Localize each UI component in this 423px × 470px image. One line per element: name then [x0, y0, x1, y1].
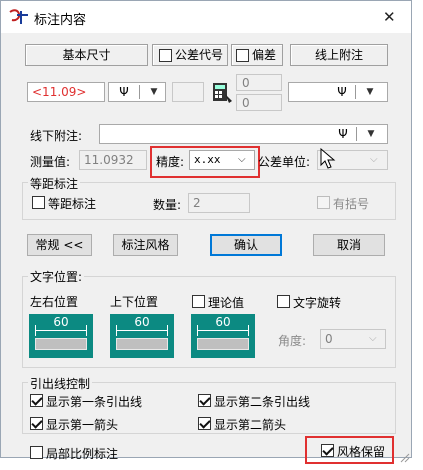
symbol-combo[interactable]: Ψ ▼ [108, 82, 166, 102]
blank-field [172, 82, 204, 102]
text-position-title: 文字位置: [28, 268, 85, 285]
bracket-label: 有括号 [333, 197, 370, 211]
upper-deviation-input: 0 [236, 74, 282, 91]
symbol-psi-icon: Ψ [119, 85, 129, 99]
text-rotate-checkbox[interactable] [277, 295, 290, 308]
tolerance-code-group: 公差代号 [152, 44, 228, 66]
precision-select[interactable]: x.xx ⌵ [189, 150, 255, 170]
mouse-cursor-icon [320, 147, 336, 170]
measure-value-label: 测量值: [30, 155, 71, 169]
angle-select: 0 ⌵ [320, 329, 386, 349]
below-note-psi-icon: Ψ [338, 127, 348, 141]
precision-value: x.xx [194, 153, 221, 166]
equal-spacing-title: 等距标注 [28, 175, 81, 192]
chevron-down-icon: ⌵ [369, 333, 377, 344]
vertical-position-label: 上下位置 [110, 295, 159, 309]
lower-deviation-input: 0 [236, 94, 282, 111]
precision-label: 精度: [156, 155, 185, 169]
upper-deviation-text: 0 [242, 76, 250, 90]
text-rotate-label: 文字旋转 [293, 296, 342, 310]
close-icon[interactable]: ✕ [383, 8, 396, 26]
app-logo-icon [8, 9, 30, 25]
local-scale-label: 局部比例标注 [46, 447, 119, 461]
below-line-note-input[interactable]: Ψ ▼ [99, 124, 388, 144]
vertical-position-button[interactable]: 60 [110, 314, 174, 358]
show-first-leader-label: 显示第一条引出线 [46, 395, 143, 409]
show-first-leader-checkbox[interactable] [30, 394, 43, 407]
quantity-field: 2 [188, 193, 250, 213]
show-first-arrow-label: 显示第一箭头 [46, 418, 119, 432]
chevron-down-icon: ⌵ [370, 154, 378, 165]
chevron-down-icon[interactable]: ▼ [362, 125, 380, 143]
dimension-style-button[interactable]: 标注风格 [113, 234, 178, 256]
combo-separator [356, 127, 357, 141]
tile-value: 60 [134, 315, 150, 329]
text-style-button[interactable]: 60 [191, 314, 255, 358]
measure-value-field: 11.0932 [79, 150, 147, 170]
quantity-label: 数量: [153, 198, 182, 212]
equal-spacing-label: 等距标注 [48, 197, 97, 211]
equal-spacing-checkbox[interactable] [32, 196, 45, 209]
angle-label: 角度: [278, 334, 307, 348]
lower-deviation-text: 0 [242, 96, 250, 110]
horizontal-position-label: 左右位置 [30, 295, 79, 309]
tolerance-unit-label: 公差单位: [258, 155, 311, 169]
show-first-arrow-checkbox[interactable] [30, 417, 43, 430]
above-note-combo[interactable]: Ψ ▼ [288, 82, 388, 102]
angle-value: 0 [325, 332, 333, 346]
combo-separator [355, 85, 356, 99]
show-second-arrow-label: 显示第二箭头 [214, 418, 287, 432]
chevron-down-icon[interactable]: ▼ [145, 83, 163, 101]
below-line-note-label: 线下附注: [30, 129, 83, 143]
normal-toggle-button[interactable]: 常规 << [27, 234, 92, 256]
tile-value: 60 [53, 315, 69, 329]
confirm-button[interactable]: 确认 [210, 234, 282, 256]
deviation-group: 偏差 [231, 44, 283, 66]
show-second-arrow-checkbox[interactable] [198, 417, 211, 430]
chevron-down-icon[interactable]: ▼ [361, 83, 379, 101]
dimension-value-input[interactable]: <11.09> [27, 82, 105, 102]
cancel-button[interactable]: 取消 [313, 234, 385, 256]
calculator-icon[interactable] [210, 81, 234, 105]
above-note-psi-icon: Ψ [337, 85, 347, 99]
deviation-checkbox[interactable] [236, 49, 249, 62]
measure-value-text: 11.0932 [84, 153, 134, 167]
dimension-value-text: <11.09> [32, 85, 87, 99]
theoretical-value-checkbox[interactable] [192, 295, 205, 308]
tolerance-code-label: 公差代号 [175, 48, 224, 62]
keep-style-checkbox[interactable] [321, 444, 334, 457]
chevron-down-icon[interactable]: ⌵ [238, 151, 246, 169]
combo-separator [139, 85, 140, 99]
bracket-checkbox [317, 196, 330, 209]
show-second-leader-label: 显示第二条引出线 [214, 395, 311, 409]
window-title: 标注内容 [34, 13, 87, 28]
above-line-note-header: 线上附注 [290, 44, 388, 66]
tolerance-code-checkbox[interactable] [159, 49, 172, 62]
deviation-label: 偏差 [252, 48, 277, 62]
leader-control-title: 引出线控制 [28, 375, 93, 392]
tile-value: 60 [215, 315, 231, 329]
keep-style-label: 风格保留 [337, 445, 386, 459]
theoretical-value-label: 理论值 [208, 296, 245, 310]
quantity-value: 2 [193, 196, 201, 210]
horizontal-position-button[interactable]: 60 [29, 314, 93, 358]
resize-grip-icon[interactable] [400, 452, 410, 463]
local-scale-checkbox[interactable] [30, 446, 43, 459]
basic-size-header: 基本尺寸 [25, 44, 148, 66]
show-second-leader-checkbox[interactable] [198, 394, 211, 407]
